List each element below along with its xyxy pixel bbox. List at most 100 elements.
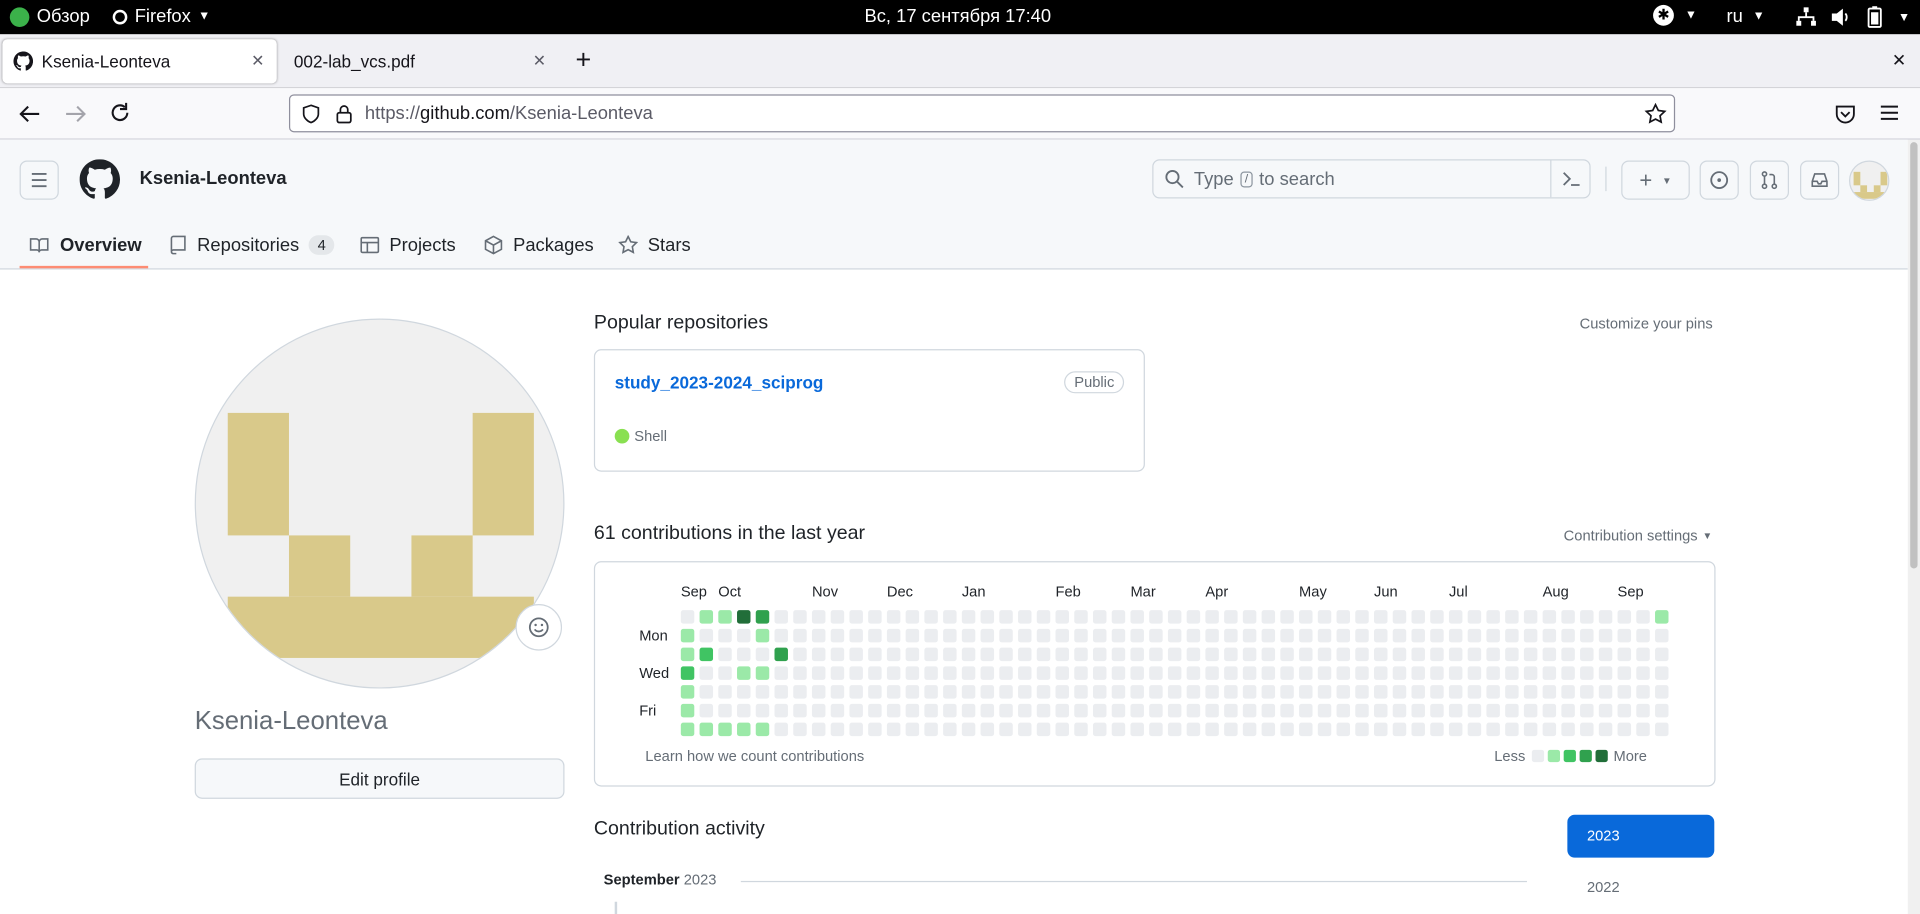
contribution-day[interactable]	[924, 666, 938, 680]
contribution-day[interactable]	[737, 666, 751, 680]
year-button-2022[interactable]: 2022	[1587, 878, 1620, 895]
contribution-day[interactable]	[1261, 647, 1276, 662]
contribution-day[interactable]	[849, 722, 863, 737]
clock[interactable]: Вс, 17 сентября 17:40	[864, 6, 1051, 27]
contribution-day[interactable]	[793, 610, 807, 624]
contribution-day[interactable]	[868, 722, 882, 737]
contribution-day[interactable]	[1486, 666, 1500, 680]
contribution-day[interactable]	[1149, 685, 1163, 699]
contribution-day[interactable]	[886, 722, 901, 737]
contribution-day[interactable]	[1111, 722, 1126, 737]
contribution-day[interactable]	[1430, 610, 1444, 624]
close-icon[interactable]: ✕	[533, 51, 546, 71]
contribution-day[interactable]	[1018, 647, 1032, 662]
contribution-day[interactable]	[1617, 666, 1632, 680]
contribution-day[interactable]	[1299, 722, 1313, 737]
contribution-day[interactable]	[1467, 647, 1482, 662]
contribution-day[interactable]	[1092, 628, 1107, 643]
contribution-day[interactable]	[1392, 703, 1407, 718]
contribution-day[interactable]	[1149, 666, 1163, 680]
contribution-day[interactable]	[793, 685, 807, 699]
contribution-day[interactable]	[1242, 647, 1257, 662]
contribution-day[interactable]	[737, 685, 751, 699]
contribution-day[interactable]	[961, 722, 976, 737]
forward-icon[interactable]	[64, 103, 88, 125]
contribution-day[interactable]	[1186, 703, 1201, 718]
contribution-day[interactable]	[1523, 703, 1538, 718]
contribution-day[interactable]	[1355, 722, 1369, 737]
contribution-day[interactable]	[868, 703, 882, 718]
contribution-day[interactable]	[1261, 666, 1276, 680]
contribution-day[interactable]	[1636, 703, 1650, 718]
contribution-day[interactable]	[718, 685, 732, 699]
contribution-day[interactable]	[905, 722, 920, 737]
contribution-day[interactable]	[1186, 666, 1201, 680]
contribution-day[interactable]	[999, 628, 1013, 643]
profile-avatar[interactable]	[194, 318, 565, 689]
contribution-day[interactable]	[1486, 722, 1500, 737]
contribution-day[interactable]	[1092, 703, 1107, 718]
contribution-day[interactable]	[1186, 628, 1201, 643]
contribution-day[interactable]	[1505, 647, 1519, 662]
contribution-day[interactable]	[1205, 647, 1219, 662]
contribution-day[interactable]	[1580, 628, 1594, 643]
contribution-day[interactable]	[811, 685, 826, 699]
contribution-day[interactable]	[1130, 666, 1144, 680]
contribution-settings-button[interactable]: Contribution settings ▼	[1564, 527, 1713, 544]
contribution-day[interactable]	[718, 647, 732, 662]
contribution-day[interactable]	[1036, 666, 1051, 680]
contribution-day[interactable]	[1617, 647, 1632, 662]
contribution-day[interactable]	[774, 703, 788, 718]
contribution-day[interactable]	[1430, 703, 1444, 718]
contribution-day[interactable]	[1411, 722, 1425, 737]
contribution-day[interactable]	[1261, 703, 1276, 718]
contribution-day[interactable]	[1167, 628, 1182, 643]
contribution-day[interactable]	[1636, 647, 1650, 662]
contribution-day[interactable]	[1392, 647, 1407, 662]
contribution-day[interactable]	[1411, 685, 1425, 699]
contribution-day[interactable]	[924, 703, 938, 718]
contribution-day[interactable]	[1542, 610, 1557, 624]
contribution-day[interactable]	[1448, 666, 1463, 680]
contribution-day[interactable]	[1092, 722, 1107, 737]
contribution-day[interactable]	[1655, 685, 1669, 699]
contribution-day[interactable]	[1074, 685, 1088, 699]
contribution-day[interactable]	[1430, 666, 1444, 680]
contribution-day[interactable]	[1280, 703, 1294, 718]
contribution-day[interactable]	[774, 666, 788, 680]
contribution-day[interactable]	[1430, 647, 1444, 662]
contribution-day[interactable]	[774, 722, 788, 737]
edit-profile-button[interactable]: Edit profile	[194, 758, 565, 799]
contribution-day[interactable]	[1580, 703, 1594, 718]
contribution-day[interactable]	[1186, 722, 1201, 737]
app-menu[interactable]: Firefox ▼	[112, 6, 210, 27]
contribution-day[interactable]	[1617, 610, 1632, 624]
contribution-day[interactable]	[699, 647, 714, 662]
contribution-day[interactable]	[886, 610, 901, 624]
contribution-day[interactable]	[774, 647, 788, 662]
contribution-day[interactable]	[1598, 610, 1613, 624]
contribution-day[interactable]	[886, 703, 901, 718]
contribution-day[interactable]	[1486, 628, 1500, 643]
contribution-day[interactable]	[1411, 610, 1425, 624]
contribution-day[interactable]	[905, 647, 920, 662]
contribution-day[interactable]	[924, 647, 938, 662]
year-button-2023[interactable]: 2023	[1567, 814, 1715, 858]
contribution-day[interactable]	[1055, 685, 1069, 699]
tab-packages[interactable]: Packages	[484, 221, 594, 270]
contribution-day[interactable]	[1505, 628, 1519, 643]
close-icon[interactable]: ✕	[251, 51, 264, 71]
star-icon[interactable]	[1644, 102, 1667, 124]
contribution-day[interactable]	[1261, 685, 1276, 699]
contribution-day[interactable]	[1224, 610, 1238, 624]
contribution-day[interactable]	[1242, 610, 1257, 624]
contribution-day[interactable]	[1036, 703, 1051, 718]
contribution-day[interactable]	[1374, 628, 1388, 643]
contribution-day[interactable]	[1336, 647, 1351, 662]
contribution-day[interactable]	[1205, 685, 1219, 699]
contribution-day[interactable]	[1655, 666, 1669, 680]
contribution-day[interactable]	[1317, 685, 1332, 699]
contribution-day[interactable]	[1374, 610, 1388, 624]
contribution-day[interactable]	[905, 628, 920, 643]
contribution-day[interactable]	[1411, 666, 1425, 680]
